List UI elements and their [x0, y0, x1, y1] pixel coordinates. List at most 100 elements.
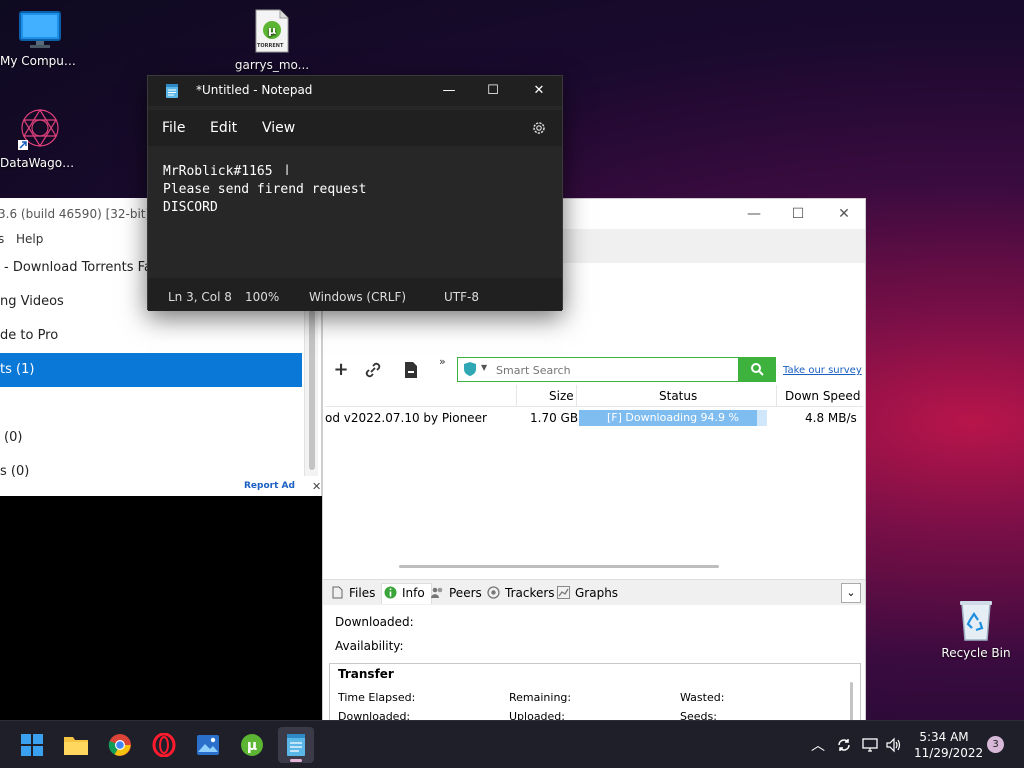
notepad-titlebar: *Untitled - Notepad — ☐ ✕: [148, 76, 562, 106]
shield-icon: [464, 362, 476, 376]
active-app-indicator: [290, 759, 302, 762]
taskbar-photos[interactable]: [190, 727, 226, 763]
desktop-icon-label: DataWagon...: [0, 156, 80, 170]
torrent-name: od v2022.07.10 by Pioneer: [325, 411, 487, 425]
info-availability-label: Availability:: [335, 639, 404, 653]
collapse-panel-button[interactable]: ⌄: [841, 583, 861, 603]
search-icon: [751, 363, 764, 376]
graphs-icon: [557, 586, 570, 599]
peers-icon: [431, 587, 443, 598]
status-position: Ln 3, Col 8: [168, 290, 232, 304]
sidebar-item-torrents[interactable]: ts (1): [0, 353, 302, 387]
desktop-icon-torrent-file[interactable]: µ TORRENT garrys_mo...: [232, 8, 312, 72]
wasted-label: Wasted:: [680, 691, 725, 704]
taskbar-utorrent[interactable]: µ: [234, 727, 270, 763]
opera-icon: [152, 732, 176, 758]
text-line: Please send firend request: [163, 182, 367, 197]
minimize-button[interactable]: —: [731, 199, 777, 229]
close-button[interactable]: ✕: [516, 76, 562, 106]
status-encoding: UTF-8: [444, 290, 479, 304]
menu-file[interactable]: File: [162, 120, 185, 136]
menu-view[interactable]: View: [262, 120, 295, 136]
column-header-status[interactable]: Status: [659, 389, 697, 403]
window-title: *Untitled - Notepad: [196, 83, 313, 97]
tab-trackers[interactable]: Trackers: [487, 586, 555, 600]
desktop-icon-datawagon[interactable]: DataWagon...: [0, 106, 80, 170]
column-header-down-speed[interactable]: Down Speed: [785, 389, 860, 403]
sidebar-item-count-a[interactable]: (0): [0, 421, 302, 455]
ad-close-icon[interactable]: ✕: [312, 480, 321, 493]
sync-icon[interactable]: [836, 737, 852, 753]
sidebar-scrollbar[interactable]: [304, 306, 318, 476]
network-icon[interactable]: [862, 737, 878, 753]
recycle-bin-icon: [960, 601, 992, 641]
info-scrollbar[interactable]: [850, 682, 853, 722]
taskbar-notepad[interactable]: [278, 727, 314, 763]
text-line: DISCORD: [163, 200, 218, 215]
taskbar-chrome[interactable]: [102, 727, 138, 763]
gear-icon[interactable]: [531, 120, 547, 136]
photos-icon: [197, 735, 219, 755]
report-ad-link[interactable]: Report Ad: [244, 481, 295, 491]
info-icon: [384, 586, 397, 599]
maximize-button[interactable]: ☐: [470, 76, 516, 106]
files-icon: [332, 586, 343, 599]
menu-edit[interactable]: Edit: [210, 120, 237, 136]
trackers-icon: [487, 586, 500, 599]
dropdown-caret-icon[interactable]: ▼: [481, 363, 487, 372]
menu-item-fragment[interactable]: s: [0, 232, 4, 246]
add-torrent-icon[interactable]: +: [329, 359, 353, 381]
desktop-icon-recycle-bin[interactable]: Recycle Bin: [936, 598, 1016, 660]
chevron-down-icon: ⌄: [846, 586, 856, 599]
maximize-button[interactable]: ☐: [775, 199, 821, 229]
toolbar-overflow-icon[interactable]: »: [439, 355, 446, 368]
taskbar-clock[interactable]: 5:34 AM 11/29/2022: [914, 729, 983, 761]
datawagon-icon: [18, 108, 59, 150]
sidebar-item-blank[interactable]: [0, 387, 302, 421]
desktop-icon-my-computer[interactable]: My Computer: [0, 10, 80, 68]
smart-search-box[interactable]: ▼: [457, 357, 739, 382]
notepad-statusbar: Ln 3, Col 8 100% Windows (CRLF) UTF-8: [148, 278, 562, 311]
tab-info[interactable]: Info: [381, 583, 432, 604]
volume-icon[interactable]: [886, 737, 902, 753]
chevron-up-icon[interactable]: ︿: [811, 735, 825, 755]
info-downloaded-label: Downloaded:: [335, 615, 414, 629]
file-explorer-icon: [64, 737, 88, 755]
ad-area: [0, 496, 322, 720]
taskbar-opera[interactable]: [146, 727, 182, 763]
survey-link[interactable]: Take our survey: [783, 365, 862, 376]
download-progress-bar: [F] Downloading 94.9 %: [579, 410, 767, 426]
torrent-status: [F] Downloading 94.9 %: [606, 411, 740, 424]
transfer-group: Transfer Time Elapsed: Remaining: Wasted…: [329, 663, 861, 723]
windows-start-icon: [21, 734, 43, 756]
tab-peers[interactable]: Peers: [431, 586, 482, 600]
text-line: MrRoblick#1165: [163, 164, 273, 179]
utorrent-icon: µ: [241, 734, 263, 756]
clock-time: 5:34 AM: [919, 730, 969, 744]
time-elapsed-label: Time Elapsed:: [338, 691, 416, 704]
search-button[interactable]: [738, 357, 776, 382]
taskbar-file-explorer[interactable]: [58, 727, 94, 763]
tab-files[interactable]: Files: [331, 586, 375, 600]
status-zoom: 100%: [245, 290, 280, 304]
column-header-size[interactable]: Size: [549, 389, 574, 403]
notepad-text-area[interactable]: MrRoblick#1165 Please send firend reques…: [148, 148, 562, 276]
table-row[interactable]: od v2022.07.10 by Pioneer 1.70 GB [F] Do…: [325, 409, 863, 429]
text-cursor-icon: I: [285, 163, 290, 179]
start-button[interactable]: [14, 727, 50, 763]
window-title: 3.6 (build 46590) [32-bit]: [0, 207, 151, 221]
sidebar-item-upgrade-pro[interactable]: de to Pro: [0, 319, 302, 353]
search-input[interactable]: [496, 361, 734, 379]
tab-graphs[interactable]: Graphs: [557, 586, 618, 600]
transfer-title: Transfer: [338, 667, 394, 681]
torrent-size: 1.70 GB: [530, 411, 579, 425]
remaining-label: Remaining:: [509, 691, 572, 704]
create-torrent-icon[interactable]: [399, 359, 423, 381]
menu-item-help[interactable]: Help: [16, 232, 43, 246]
close-button[interactable]: ✕: [821, 199, 867, 229]
minimize-button[interactable]: —: [426, 76, 472, 106]
notification-badge[interactable]: 3: [987, 736, 1004, 753]
add-link-icon[interactable]: [361, 359, 385, 381]
monitor-icon: [19, 11, 61, 48]
list-horizontal-scrollbar[interactable]: [399, 565, 719, 568]
